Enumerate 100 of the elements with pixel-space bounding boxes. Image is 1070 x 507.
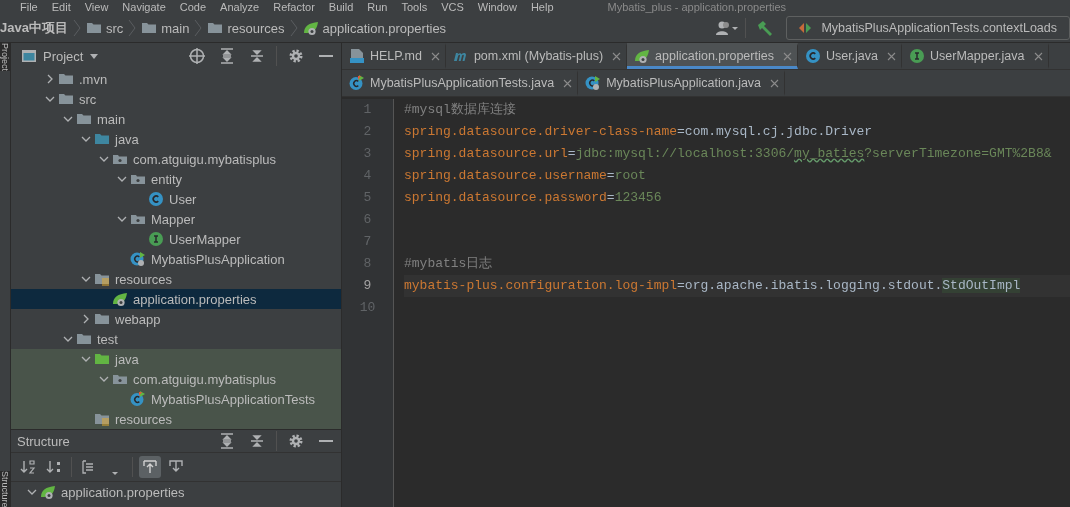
tree-item[interactable]: User — [11, 189, 341, 209]
expand-all-icon[interactable] — [218, 432, 236, 450]
expand-all-icon[interactable] — [218, 47, 236, 65]
editor-tab[interactable]: User.java — [797, 43, 902, 69]
chevron-icon — [193, 19, 204, 37]
close-icon[interactable] — [887, 51, 896, 61]
folder-icon — [94, 351, 110, 367]
menu-item[interactable]: Tools — [401, 1, 428, 13]
chevron-icon — [127, 19, 138, 37]
collapse-all-icon[interactable] — [248, 47, 266, 65]
hammer-icon[interactable] — [756, 19, 775, 37]
menu-item[interactable]: Run — [367, 1, 388, 13]
menu-item[interactable]: View — [84, 1, 109, 13]
menu-item[interactable]: Code — [179, 1, 207, 13]
menu-item[interactable]: Build — [328, 1, 354, 13]
breadcrumb-item[interactable]: main — [141, 20, 190, 36]
close-icon[interactable] — [563, 78, 573, 88]
close-icon[interactable] — [770, 78, 780, 88]
locate-icon[interactable] — [188, 47, 206, 65]
folder-icon — [58, 91, 74, 107]
tree-item[interactable]: com.atguigu.mybatisplus — [11, 149, 341, 169]
settings-icon[interactable] — [287, 47, 305, 65]
tree-item[interactable]: test — [11, 329, 341, 349]
arrow-up-icon — [142, 459, 158, 475]
menu-item[interactable]: Refactor — [273, 1, 315, 13]
leaf-gear-icon — [40, 484, 56, 500]
view-selector[interactable]: Project — [21, 48, 100, 64]
caret-icon — [89, 51, 100, 61]
collapse-all-icon[interactable] — [248, 432, 266, 450]
tree-item[interactable]: .mvn — [11, 69, 341, 89]
tree-item[interactable]: com.atguigu.mybatisplus — [11, 369, 341, 389]
line-number: 9 — [362, 277, 373, 295]
menu-item[interactable]: Analyze — [220, 1, 260, 13]
code-line: spring.datasource.username=root — [404, 167, 647, 185]
editor-tab[interactable]: MybatisPlusApplication.java — [578, 70, 786, 96]
window-icon — [21, 48, 37, 64]
settings-icon[interactable] — [287, 432, 305, 450]
test-class-icon — [349, 75, 365, 91]
interface-icon — [909, 48, 925, 64]
tree-item[interactable]: webapp — [11, 309, 341, 329]
tree-item[interactable]: src — [11, 89, 341, 109]
code-line: #mysql数据库连接 — [404, 101, 517, 119]
code-line: #mybatis日志 — [404, 255, 494, 273]
tree-item[interactable]: application.properties — [11, 289, 341, 309]
run-configuration-dropdown[interactable]: MybatisPlusApplicationTests.contextLoads — [786, 16, 1070, 40]
tree-item[interactable]: Mapper — [11, 209, 341, 229]
breadcrumb-item[interactable]: application.properties — [302, 20, 447, 36]
chevron-icon — [71, 19, 82, 37]
tree-item[interactable]: resources — [11, 409, 341, 429]
code-line: spring.datasource.driver-class-name=com.mysql.cj.jdbc.Driver — [404, 123, 874, 141]
folder-icon — [76, 331, 92, 347]
tool-window-tab[interactable]: Project — [0, 43, 10, 71]
test-class-icon — [130, 391, 146, 407]
breadcrumb-item[interactable]: resources — [207, 20, 285, 36]
window-title: Mybatis_plus - application.properties — [607, 1, 787, 13]
spring-class-icon — [130, 251, 146, 267]
caret-icon — [112, 471, 118, 475]
interface-icon — [148, 231, 164, 247]
code-line: spring.datasource.password=123456 — [404, 189, 663, 207]
folder-icon — [94, 311, 110, 327]
tree-item[interactable]: MybatisPlusApplication — [11, 249, 341, 269]
editor-tab[interactable]: application.properties — [627, 43, 798, 69]
leaf-gear-icon — [112, 291, 128, 307]
close-icon[interactable] — [612, 51, 622, 61]
tree-item[interactable]: application.properties — [11, 482, 341, 502]
close-icon[interactable] — [1033, 51, 1043, 61]
menu-item[interactable]: Window — [477, 1, 517, 13]
sort-alpha-icon — [20, 459, 36, 475]
menu-item[interactable]: Navigate — [122, 1, 166, 13]
folder-icon — [94, 131, 110, 147]
resources-folder-icon — [94, 411, 110, 427]
tree-item[interactable]: entity — [11, 169, 341, 189]
menu-item[interactable]: File — [20, 1, 38, 13]
tree-item[interactable]: UserMapper — [11, 229, 341, 249]
breadcrumb-item[interactable]: Java中项目 — [0, 19, 68, 37]
editor-tab[interactable]: HELP.md — [342, 43, 446, 69]
close-icon[interactable] — [430, 51, 440, 61]
menu-item[interactable]: VCS — [441, 1, 464, 13]
tree-item[interactable]: java — [11, 129, 341, 149]
folder-icon — [76, 111, 92, 127]
autoscroll-from-source-button[interactable] — [139, 456, 161, 478]
tree-item[interactable]: java — [11, 349, 341, 369]
code-line: spring.datasource.url=jdbc:mysql://localhost:3306/my_baties?serverTimezone=GMT%2B8& — [404, 145, 1053, 163]
menu-item[interactable]: Help — [530, 1, 554, 13]
editor-tab[interactable]: MybatisPlusApplicationTests.java — [342, 70, 579, 96]
breadcrumb-item[interactable]: src — [85, 20, 124, 36]
class-icon — [804, 48, 821, 64]
markdown-file-icon — [349, 48, 365, 64]
folder-icon — [85, 20, 102, 36]
spring-class-icon — [585, 75, 602, 91]
tree-item[interactable]: resources — [11, 269, 341, 289]
tree-item[interactable]: MybatisPlusApplicationTests — [11, 389, 341, 409]
menu-item[interactable]: Edit — [51, 1, 71, 13]
folder-icon — [207, 20, 224, 36]
editor-tab[interactable]: UserMapper.java — [902, 43, 1049, 69]
sort-icon — [46, 459, 62, 475]
leaf-gear-icon — [302, 20, 319, 36]
folder-icon — [58, 71, 74, 87]
folder-icon — [141, 20, 158, 36]
tree-item[interactable]: main — [11, 109, 341, 129]
